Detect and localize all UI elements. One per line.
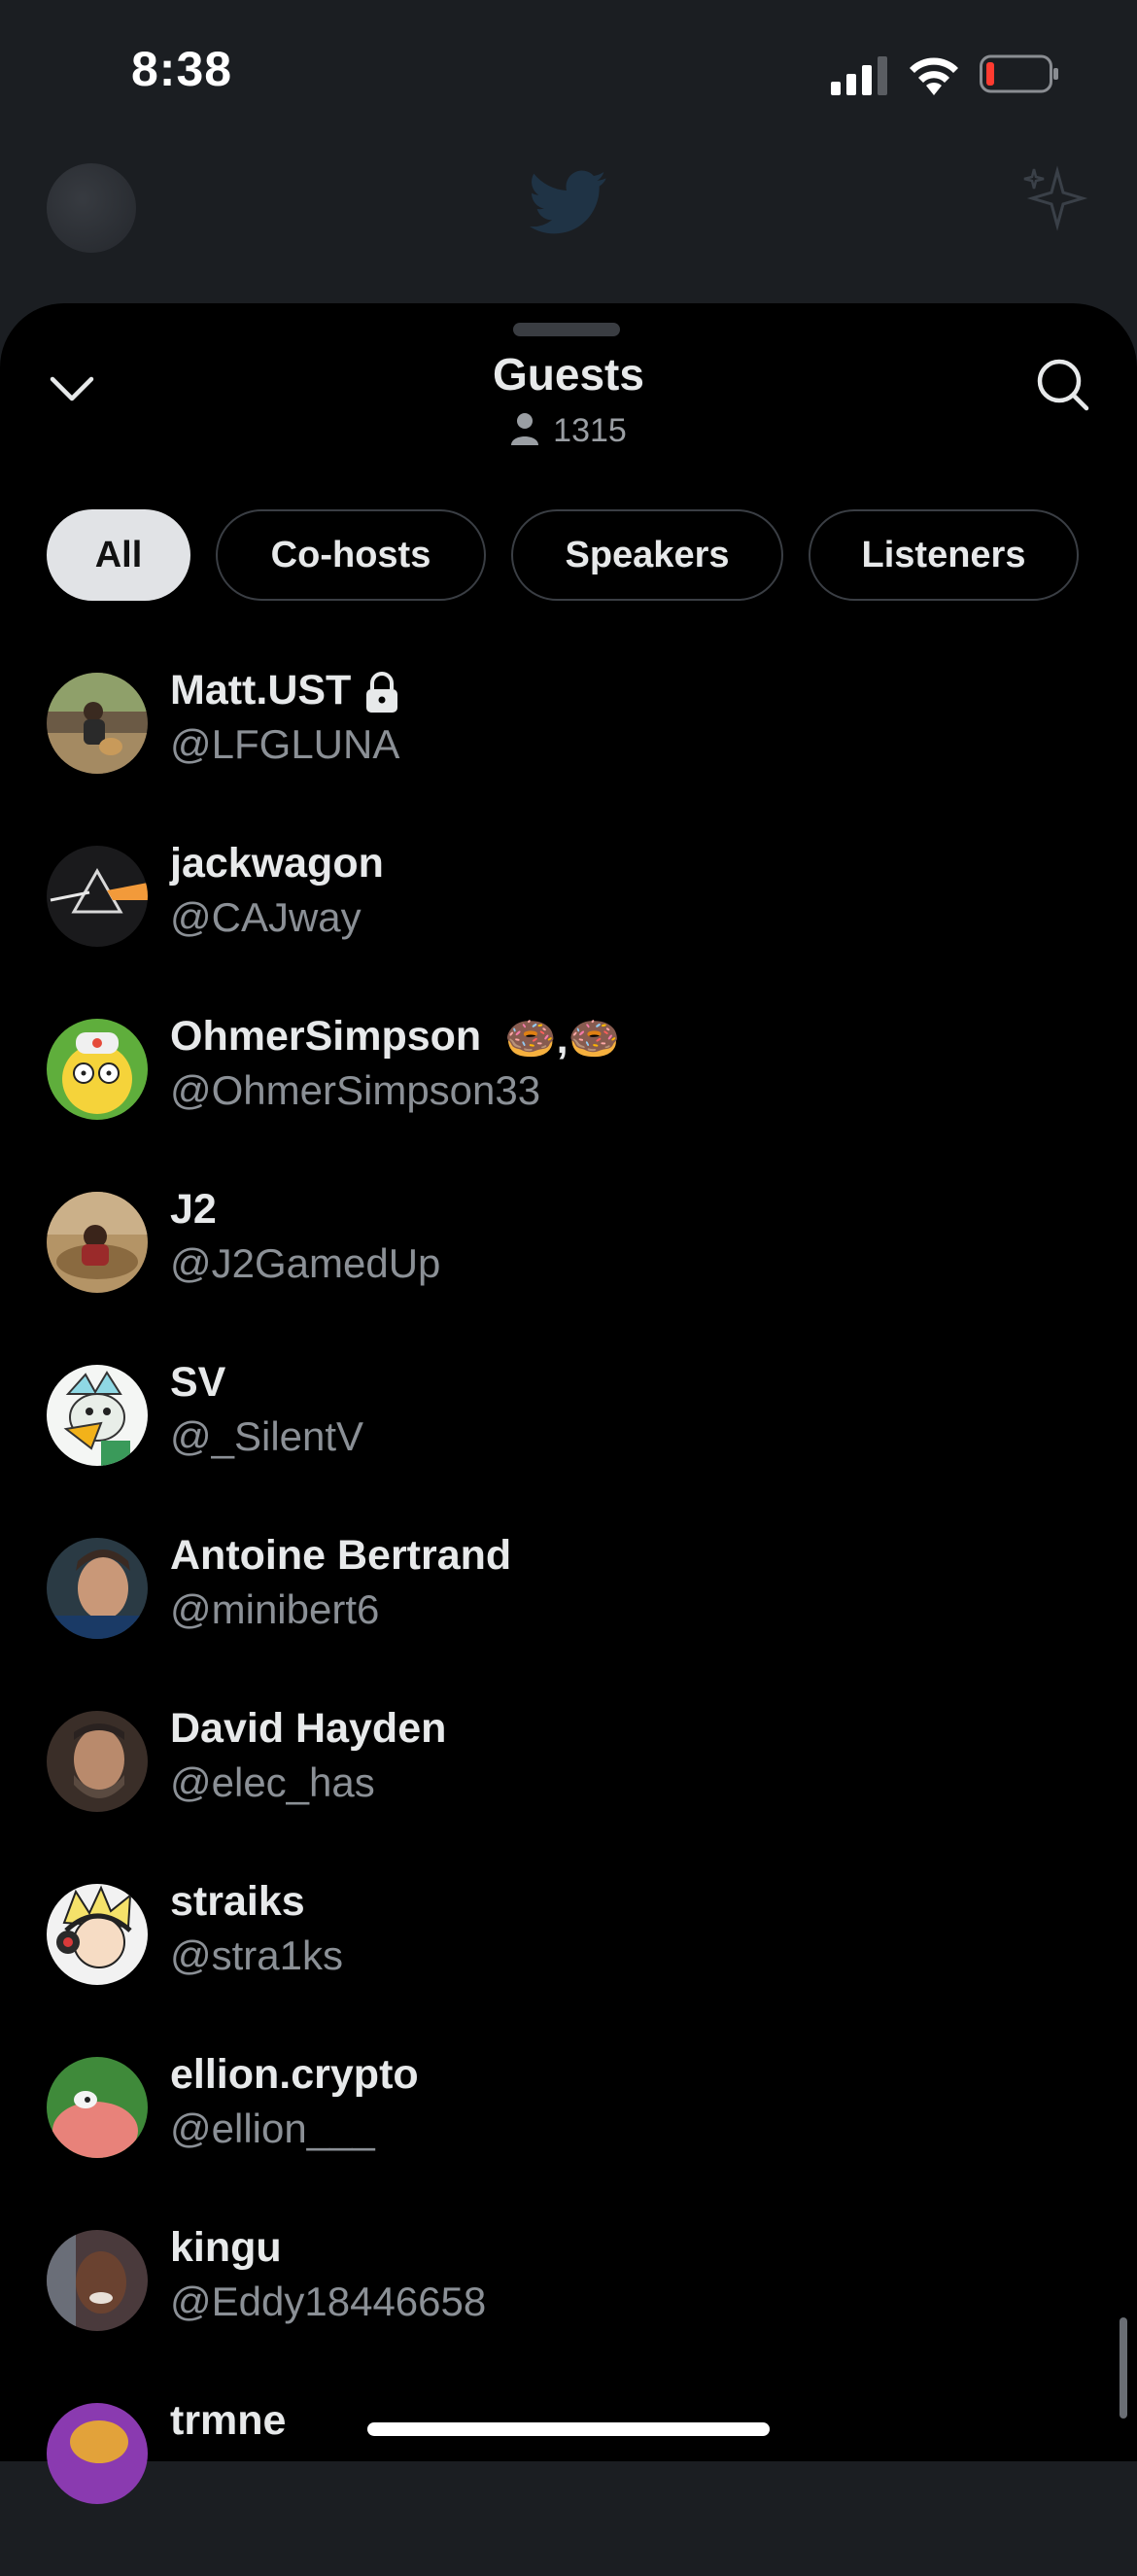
guest-name: Antoine Bertrand bbox=[170, 1532, 512, 1579]
avatar bbox=[47, 1884, 148, 1985]
guest-row[interactable]: J2 @J2GamedUp bbox=[0, 1186, 1137, 1365]
avatar bbox=[47, 2230, 148, 2331]
guest-name: Matt.UST bbox=[170, 667, 401, 714]
guest-handle: @OhmerSimpson33 bbox=[170, 1067, 541, 1113]
guest-handle: @CAJway bbox=[170, 894, 362, 940]
avatar bbox=[47, 1365, 148, 1466]
guest-handle: @stra1ks bbox=[170, 1932, 344, 1978]
guest-name: ellion.crypto bbox=[170, 2051, 419, 2098]
sheet-title: Guests bbox=[493, 349, 644, 400]
twitter-bird-icon bbox=[530, 170, 606, 234]
avatar bbox=[47, 1538, 148, 1639]
guest-handle: @Eddy18446658 bbox=[170, 2279, 487, 2324]
lock-icon bbox=[366, 671, 398, 713]
avatar bbox=[47, 2057, 148, 2158]
avatar bbox=[47, 673, 148, 774]
guest-row[interactable]: jackwagon @CAJway bbox=[0, 840, 1137, 1019]
guest-row[interactable]: OhmerSimpson 🍩,🍩 @OhmerSimpson33 bbox=[0, 1013, 1137, 1192]
battery-low-icon bbox=[980, 54, 1058, 93]
guest-count-value: 1315 bbox=[553, 412, 627, 449]
guest-name: OhmerSimpson 🍩,🍩 bbox=[170, 1013, 621, 1062]
person-icon bbox=[511, 413, 539, 445]
filter-tabs: All Co-hosts Speakers Listeners bbox=[47, 509, 1079, 605]
guest-name: SV bbox=[170, 1359, 226, 1406]
cellular-signal-icon bbox=[831, 56, 887, 95]
avatar bbox=[47, 846, 148, 947]
sheet-grabber-handle[interactable] bbox=[513, 323, 620, 336]
guest-row[interactable]: SV @_SilentV bbox=[0, 1359, 1137, 1538]
guest-handle: @LFGLUNA bbox=[170, 721, 400, 767]
avatar bbox=[47, 1019, 148, 1120]
home-indicator[interactable] bbox=[367, 2422, 770, 2436]
scrollbar-thumb[interactable] bbox=[1120, 2317, 1127, 2419]
tab-all[interactable]: All bbox=[47, 509, 190, 601]
guest-handle: @ellion___ bbox=[170, 2106, 375, 2151]
guest-name: J2 bbox=[170, 1186, 217, 1233]
tab-co-hosts[interactable]: Co-hosts bbox=[216, 509, 486, 601]
wifi-icon bbox=[910, 57, 958, 95]
guest-row[interactable]: David Hayden @elec_has bbox=[0, 1705, 1137, 1884]
guest-name: trmne bbox=[170, 2397, 287, 2444]
guest-row[interactable]: Matt.UST @LFGLUNA bbox=[0, 667, 1137, 846]
guest-handle: @minibert6 bbox=[170, 1586, 380, 1632]
donut-emoji-badge: 🍩,🍩 bbox=[504, 1015, 621, 1062]
guests-sheet: Guests 1315 All Co-hosts Speakers Listen… bbox=[0, 303, 1137, 2504]
search-icon[interactable] bbox=[1034, 356, 1092, 414]
status-bar: 8:38 bbox=[0, 0, 1137, 146]
guest-handle: @_SilentV bbox=[170, 1413, 364, 1459]
tab-listeners[interactable]: Listeners bbox=[809, 509, 1079, 601]
guest-name: jackwagon bbox=[170, 840, 384, 887]
avatar bbox=[47, 2403, 148, 2504]
avatar bbox=[47, 1192, 148, 1293]
guest-handle: @elec_has bbox=[170, 1759, 375, 1805]
sparkle-icon bbox=[1023, 165, 1088, 231]
guest-row[interactable]: ellion.crypto @ellion___ bbox=[0, 2051, 1137, 2230]
guest-row[interactable]: Antoine Bertrand @minibert6 bbox=[0, 1532, 1137, 1711]
guest-name: David Hayden bbox=[170, 1705, 447, 1752]
guest-name: kingu bbox=[170, 2224, 282, 2271]
guest-row[interactable]: straiks @stra1ks bbox=[0, 1878, 1137, 2057]
guest-handle: @J2GamedUp bbox=[170, 1240, 441, 1286]
tab-speakers[interactable]: Speakers bbox=[511, 509, 783, 601]
guest-name: straiks bbox=[170, 1878, 305, 1925]
guest-count: 1315 bbox=[0, 412, 1137, 450]
background-avatar bbox=[47, 163, 136, 253]
avatar bbox=[47, 1711, 148, 1812]
guest-row[interactable]: kingu @Eddy18446658 bbox=[0, 2224, 1137, 2403]
status-time: 8:38 bbox=[131, 42, 233, 96]
